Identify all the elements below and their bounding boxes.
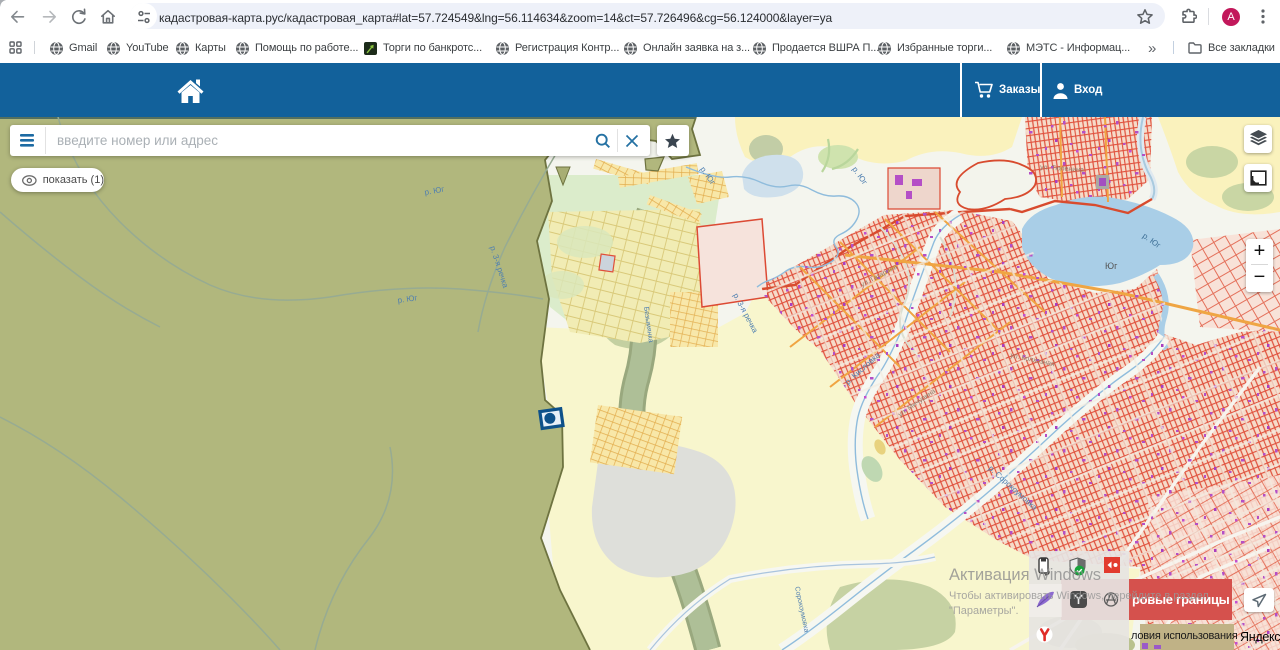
svg-text:Юг: Юг [1105,261,1118,271]
